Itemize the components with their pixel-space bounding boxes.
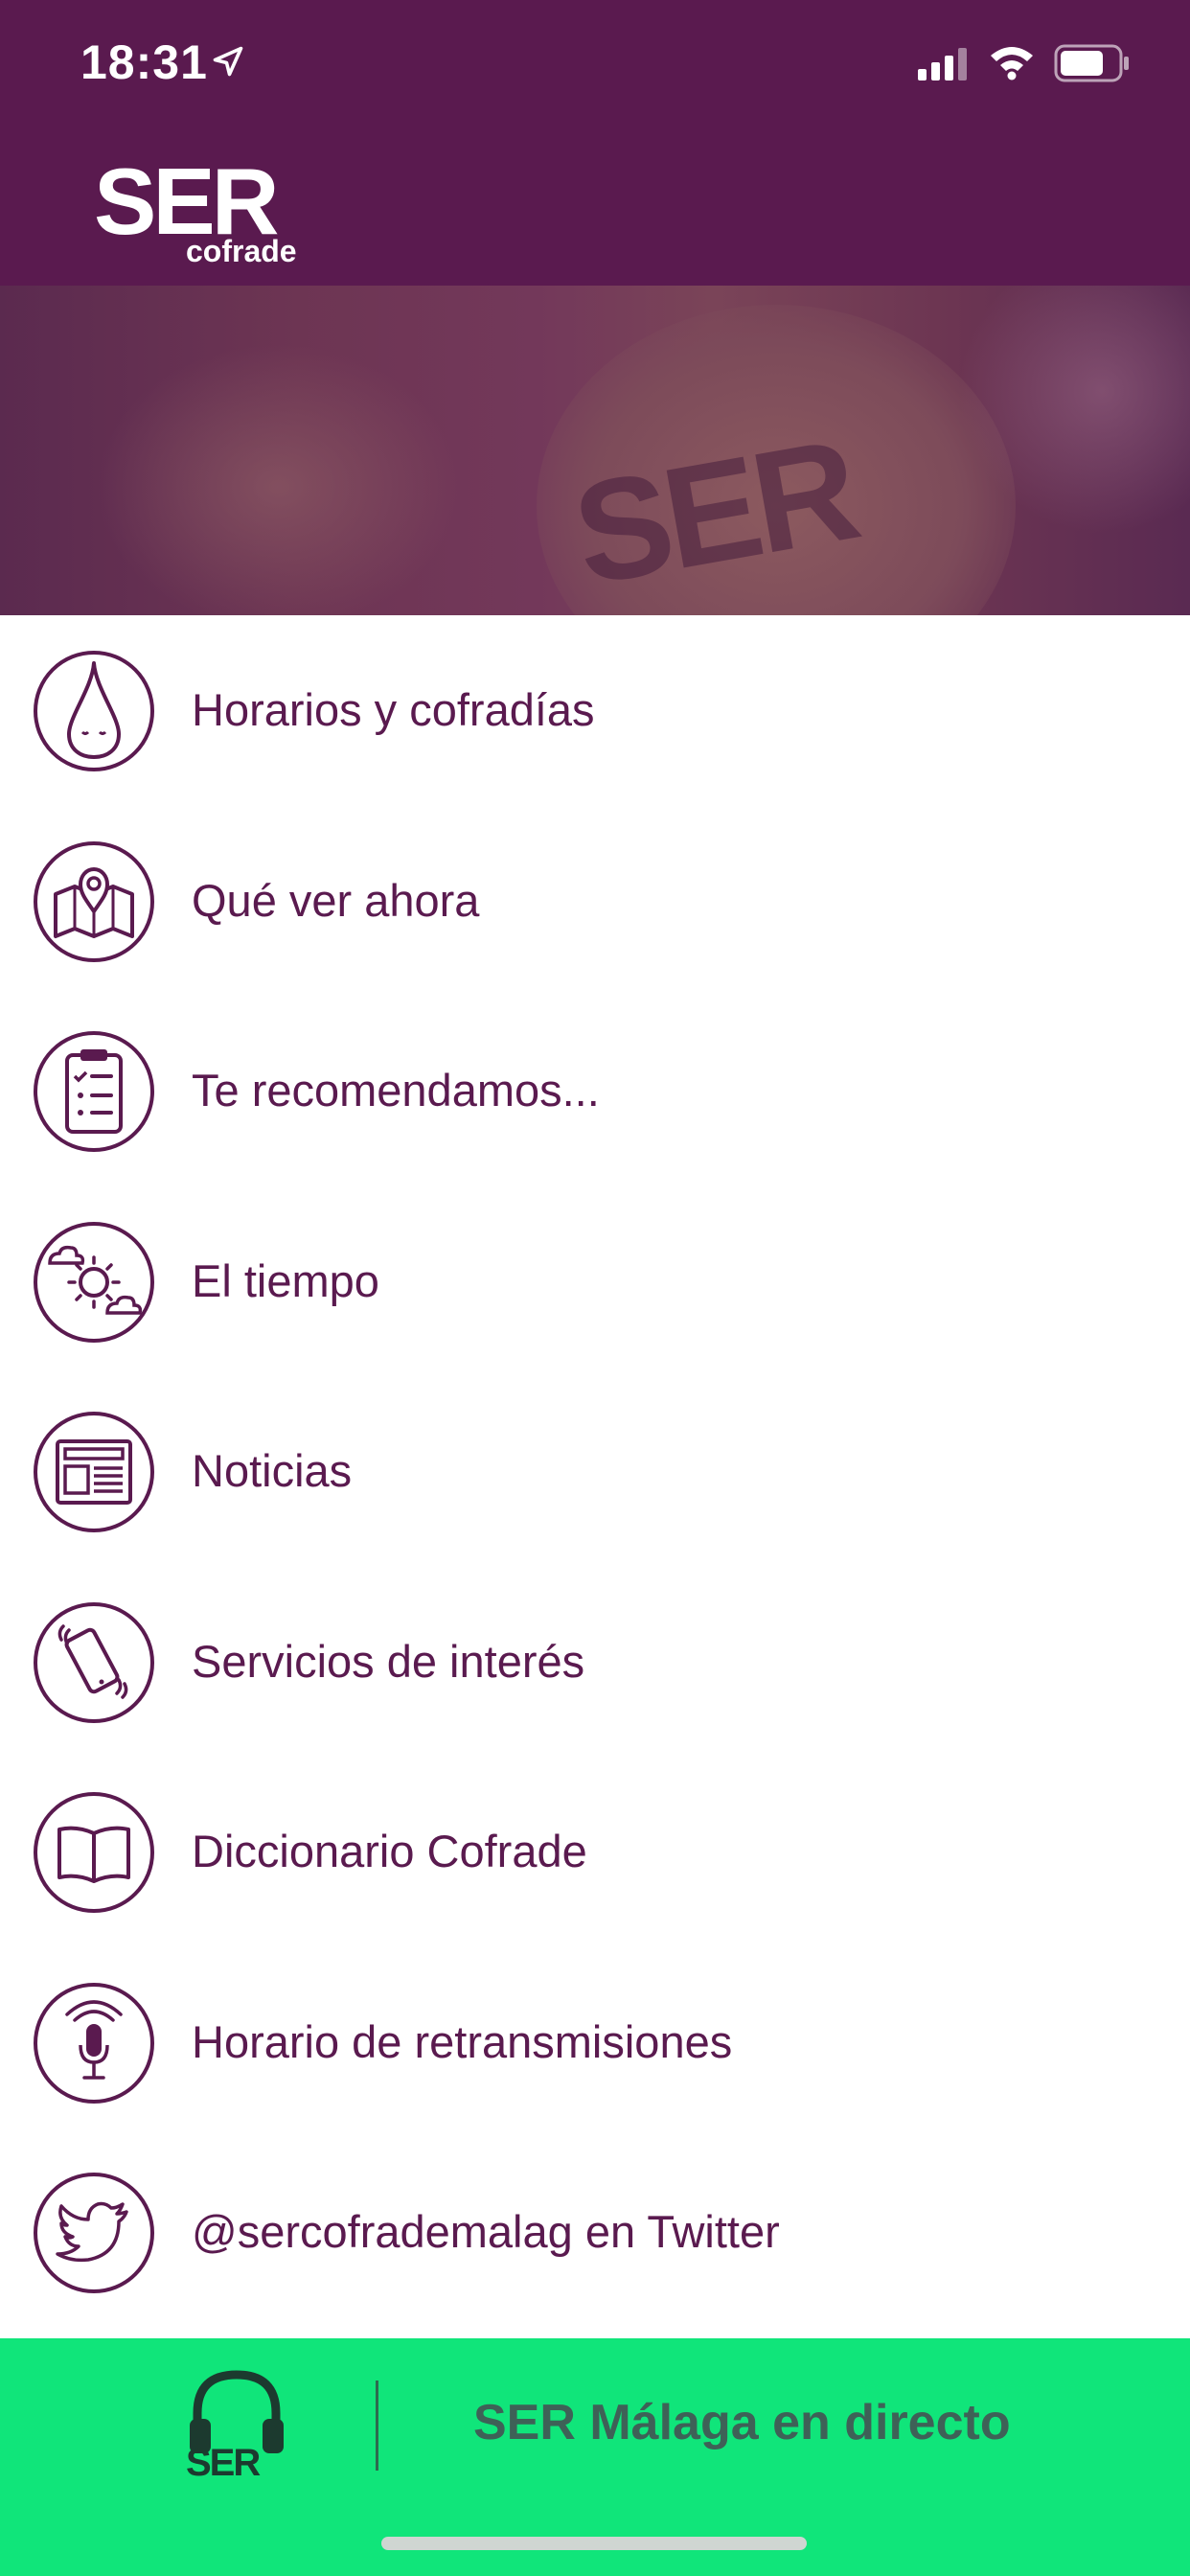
player-label[interactable]: SER Málaga en directo [473,2394,1011,2451]
map-pin-icon [34,840,154,962]
wifi-icon [991,47,1033,80]
open-book-icon [34,1792,154,1913]
menu-item-label: Te recomendamos... [192,1065,600,1116]
player-divider [376,2380,378,2471]
clipboard-checklist-icon [34,1031,154,1152]
menu-item-label: Qué ver ahora [192,874,480,926]
podcast-microphone-icon [34,1982,154,2104]
home-indicator[interactable] [381,2537,807,2550]
menu-item-te-recomendamos[interactable]: Te recomendamos... [0,996,1190,1186]
menu-item-label: El tiempo [192,1254,379,1306]
main-menu: Horarios y cofradías Qué ver ahora Te re… [0,615,1190,2328]
battery-icon [1054,44,1129,82]
menu-item-noticias[interactable]: Noticias [0,1376,1190,1567]
player-brand: SER [186,2442,261,2484]
menu-item-label: Horario de retransmisiones [192,2015,733,2067]
menu-item-label: Servicios de interés [192,1635,585,1687]
weather-sun-cloud-icon [34,1221,154,1343]
phone-vibrate-icon [34,1601,154,1723]
cellular-signal-icon [918,48,967,80]
menu-item-label: Horarios y cofradías [192,684,595,735]
nazareno-hood-icon [34,651,154,771]
menu-item-horarios-cofradias[interactable]: Horarios y cofradías [0,615,1190,806]
app-header: SER cofrade [0,132,1190,286]
hero-banner-image: SER [0,286,1190,615]
menu-item-label: Diccionario Cofrade [192,1826,587,1876]
menu-item-el-tiempo[interactable]: El tiempo [0,1186,1190,1377]
logo-subtext: cofrade [186,234,297,268]
menu-item-que-ver-ahora[interactable]: Qué ver ahora [0,806,1190,997]
menu-item-label: Noticias [192,1445,353,1496]
menu-item-diccionario-cofrade[interactable]: Diccionario Cofrade [0,1757,1190,1947]
newspaper-icon [34,1412,154,1532]
menu-item-servicios-interes[interactable]: Servicios de interés [0,1567,1190,1758]
status-time: 18:31 [80,35,208,89]
menu-item-label: @sercofrademalag en Twitter [192,2206,780,2257]
menu-item-horario-retransmisiones[interactable]: Horario de retransmisiones [0,1947,1190,2138]
status-bar: 18:31 [0,0,1190,132]
ser-cofrade-logo: SER cofrade [94,149,305,272]
menu-item-twitter[interactable]: @sercofrademalag en Twitter [0,2137,1190,2328]
twitter-bird-icon [34,2173,154,2293]
location-arrow-icon [213,46,243,77]
